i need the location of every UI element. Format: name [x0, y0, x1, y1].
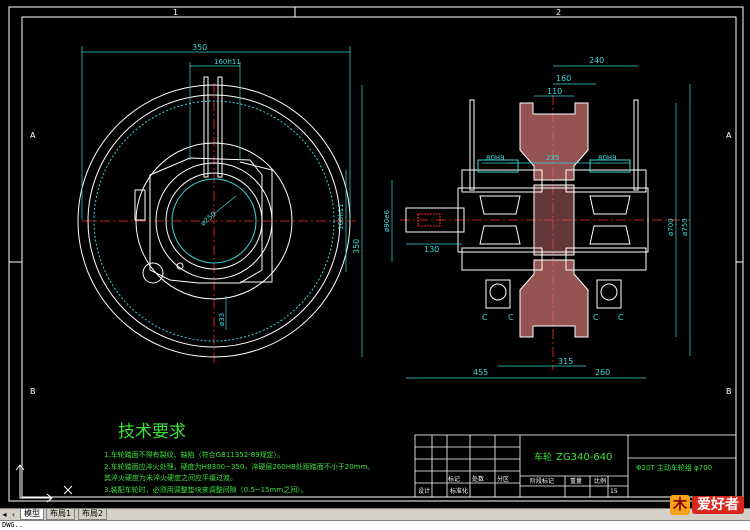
- tech-line-2: 2.车轮踏面应淬火处理，硬度为HB300~350，淬硬层260HB处距踏面不小于…: [104, 462, 374, 471]
- tech-line-3: 其淬火硬度为未淬火硬度之间应平缓过渡。: [104, 473, 237, 482]
- tb-row-zone: 分区: [497, 475, 509, 483]
- watermark-text: 爱好者: [692, 496, 744, 514]
- dim-700: ø700: [667, 218, 675, 236]
- dim-90e6: ø90e6: [383, 210, 391, 232]
- watermark-icon: 木: [670, 495, 690, 515]
- tb-material: ZG340-640: [556, 452, 612, 463]
- first-tab-icon[interactable]: ◂: [0, 509, 9, 520]
- dim-80H9-right: 80H9: [598, 154, 617, 162]
- tech-line-1: 1.车轮踏面不得有裂纹、缺陷（符合GB11352-89规定）。: [104, 450, 284, 459]
- frame-col-label-2: 2: [556, 8, 561, 17]
- dim-240: 240: [589, 56, 604, 65]
- section-label-c3: C: [593, 313, 599, 322]
- tb-material-prefix: 车轮: [534, 451, 552, 463]
- dim-350-vertical: 350: [352, 239, 361, 254]
- tab-model[interactable]: 模型: [20, 509, 44, 520]
- tb-stage-mark: 阶段标记: [530, 477, 554, 485]
- tech-line-4: 3.装配车轮时，必须用调整垫块来调整间隙（0.5~15mm之间）。: [104, 485, 308, 494]
- section-label-c2: C: [508, 313, 514, 322]
- dim-160: 160: [556, 74, 571, 83]
- dim-130: 130: [424, 245, 439, 254]
- tb-scale: 比例: [594, 477, 606, 485]
- tb-weight: 重量: [570, 477, 582, 485]
- dim-350-top: 350: [192, 43, 207, 52]
- dim-315: 315: [558, 357, 573, 366]
- dim-160h11-vertical: 160h11: [337, 203, 345, 230]
- frame-row-label-b-right: B: [726, 387, 732, 396]
- frame-row-label-a-right: A: [726, 131, 732, 140]
- tb-row-count: 处数: [472, 475, 484, 483]
- dim-235: 235: [546, 154, 559, 162]
- dim-160h11-top: 160h11: [214, 58, 241, 66]
- watermark-logo: 木 爱好者: [670, 494, 744, 516]
- section-label-c4: C: [618, 313, 624, 322]
- tech-title: 技术要求: [118, 422, 186, 442]
- frame-row-label-b-left: B: [30, 387, 36, 396]
- dim-260: 260: [595, 368, 610, 377]
- dim-80H9-left: 80H9: [486, 154, 505, 162]
- dim-33: ø33: [218, 313, 226, 326]
- prev-tab-icon[interactable]: ‹: [9, 509, 18, 520]
- layout-tabbar: ◂ ‹ 模型 布局1 布局2: [0, 508, 750, 520]
- dim-110: 110: [547, 87, 562, 96]
- tb-row-design: 设计: [418, 487, 430, 495]
- tab-layout1[interactable]: 布局1: [46, 509, 76, 520]
- section-label-c1: C: [482, 313, 488, 322]
- dim-455: 455: [473, 368, 488, 377]
- tb-scale-value: 15: [610, 488, 618, 495]
- tb-row-standard: 标准化: [450, 487, 468, 495]
- frame-row-label-a-left: A: [30, 131, 36, 140]
- tb-row-mark: 标记: [448, 475, 460, 483]
- cad-drawing-canvas[interactable]: 2 1 A A B B 350 160h11 160h11 350 ø250 ø…: [0, 0, 750, 508]
- frame-col-label-1: 1: [173, 8, 178, 17]
- dim-750: ø750: [681, 218, 689, 236]
- tab-layout2[interactable]: 布局2: [78, 509, 108, 520]
- tb-drawing-title: Φ20T 主动车轮组 φ700: [636, 463, 712, 472]
